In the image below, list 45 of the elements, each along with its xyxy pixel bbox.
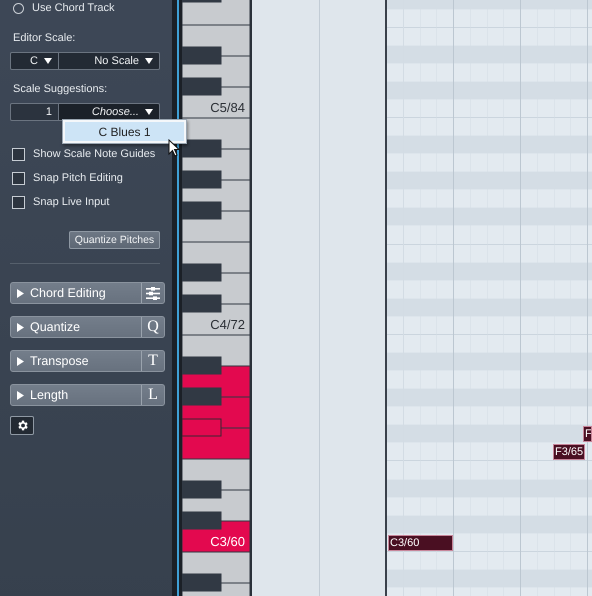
settings-icon bbox=[16, 419, 28, 432]
section-header[interactable]: Quantize Q bbox=[10, 316, 165, 338]
checkbox[interactable] bbox=[12, 172, 25, 184]
checkbox[interactable] bbox=[12, 148, 25, 160]
section-header[interactable]: Transpose T bbox=[10, 350, 165, 372]
midi-note[interactable]: F bbox=[583, 426, 592, 442]
scale-suggestions-label: Scale Suggestions: bbox=[12, 83, 108, 97]
section-header[interactable]: Length L bbox=[10, 384, 165, 406]
piano-key[interactable] bbox=[182, 180, 250, 212]
piano-key[interactable] bbox=[182, 490, 250, 522]
suggestion-count-field[interactable]: 1 bbox=[10, 103, 59, 121]
piano-key[interactable] bbox=[182, 56, 250, 88]
shortcut-letter: Q bbox=[147, 318, 159, 336]
editor-scale-label: Editor Scale: bbox=[12, 32, 76, 46]
shortcut-letter: T bbox=[148, 352, 158, 370]
piano-key[interactable] bbox=[182, 334, 250, 366]
scale-type-dropdown[interactable]: No Scale bbox=[59, 52, 160, 70]
piano-key[interactable] bbox=[182, 118, 250, 150]
midi-note[interactable]: C3/60 bbox=[388, 534, 453, 551]
checkbox-label: Snap Live Input bbox=[33, 196, 110, 208]
quantize-pitches-button[interactable]: Quantize Pitches bbox=[69, 231, 160, 249]
sharp-key[interactable] bbox=[182, 140, 221, 157]
settings-button[interactable] bbox=[10, 416, 34, 435]
sliders-icon bbox=[146, 286, 160, 300]
shortcut-letter: L bbox=[148, 386, 158, 404]
piano-key[interactable] bbox=[182, 148, 250, 180]
menu-item[interactable]: C Blues 1 bbox=[65, 122, 184, 141]
radio-label: Use Chord Track bbox=[32, 2, 115, 14]
caret-icon bbox=[145, 109, 153, 115]
caret-icon bbox=[145, 58, 153, 64]
piano-key[interactable] bbox=[182, 24, 250, 56]
section-header[interactable]: Chord Editing bbox=[10, 282, 165, 304]
piano-key[interactable] bbox=[182, 0, 250, 26]
radio-button[interactable] bbox=[13, 2, 24, 14]
piano-key[interactable] bbox=[182, 272, 250, 304]
checkbox-label: Show Scale Note Guides bbox=[33, 148, 156, 160]
piano-key[interactable] bbox=[182, 210, 250, 242]
sharp-key[interactable] bbox=[182, 418, 222, 436]
midi-note[interactable]: F3/65 bbox=[553, 444, 585, 460]
checkbox[interactable] bbox=[12, 196, 25, 208]
scale-root-dropdown[interactable]: C bbox=[10, 52, 59, 70]
piano-key[interactable] bbox=[182, 458, 250, 490]
caret-icon bbox=[44, 58, 52, 64]
checkbox-label: Snap Pitch Editing bbox=[33, 172, 123, 184]
piano-key[interactable] bbox=[182, 242, 250, 274]
